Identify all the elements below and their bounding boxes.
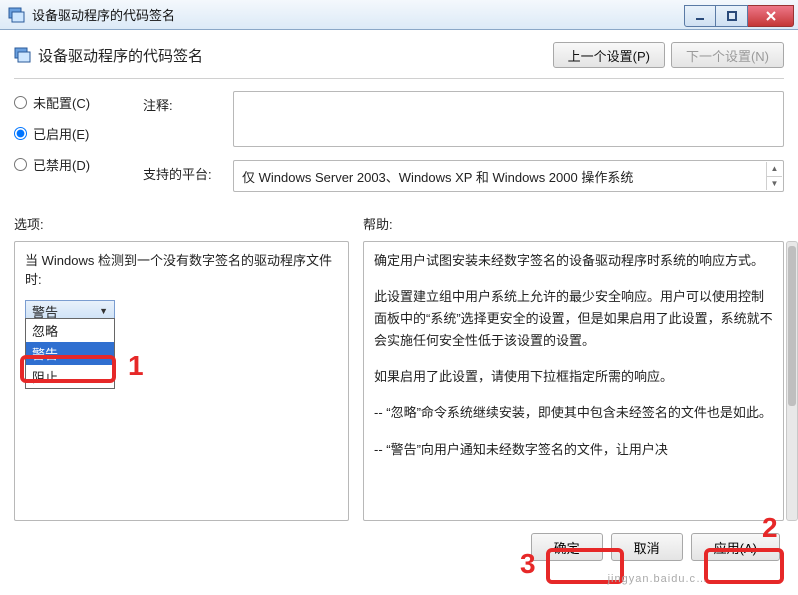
- radio-unconfigured[interactable]: 未配置(C): [14, 93, 129, 112]
- help-box: 确定用户试图安装未经数字签名的设备驱动程序时系统的响应方式。 此设置建立组中用户…: [363, 241, 784, 521]
- dialog-footer: 确定 取消 应用(A): [14, 533, 784, 561]
- window-buttons: [684, 5, 794, 27]
- platform-text: 仅 Windows Server 2003、Windows XP 和 Windo…: [242, 167, 633, 186]
- platform-value: 仅 Windows Server 2003、Windows XP 和 Windo…: [233, 160, 784, 192]
- page-title: 设备驱动程序的代码签名: [38, 45, 203, 66]
- help-paragraph: 此设置建立组中用户系统上允许的最少安全响应。用户可以使用控制面板中的“系统”选择…: [374, 286, 773, 352]
- comment-input[interactable]: [233, 91, 784, 147]
- radio-enabled[interactable]: 已启用(E): [14, 124, 129, 143]
- close-button[interactable]: [748, 5, 794, 27]
- help-paragraph: 如果启用了此设置，请使用下拉框指定所需的响应。: [374, 366, 773, 388]
- window-titlebar: 设备驱动程序的代码签名: [0, 0, 798, 30]
- dropdown-item-warn[interactable]: 警告: [26, 342, 114, 365]
- prev-setting-button[interactable]: 上一个设置(P): [553, 42, 665, 68]
- divider: [14, 78, 784, 79]
- watermark: jingyan.baidu.c…: [608, 573, 708, 585]
- platform-label: 支持的平台:: [143, 160, 233, 183]
- state-radio-group: 未配置(C) 已启用(E) 已禁用(D): [14, 91, 129, 202]
- spinner[interactable]: ▲▼: [766, 162, 782, 190]
- chevron-down-icon: ▼: [99, 306, 108, 316]
- dropdown-item-ignore[interactable]: 忽略: [26, 319, 114, 342]
- policy-icon: [14, 46, 32, 64]
- options-box: 当 Windows 检测到一个没有数字签名的驱动程序文件时: 警告 ▼ 忽略 警…: [14, 241, 349, 521]
- minimize-button[interactable]: [684, 5, 716, 27]
- help-scrollbar[interactable]: [786, 241, 798, 521]
- help-paragraph: -- “忽略”命令系统继续安装，即使其中包含未经签名的文件也是如此。: [374, 402, 773, 424]
- help-paragraph: 确定用户试图安装未经数字签名的设备驱动程序时系统的响应方式。: [374, 250, 773, 272]
- options-prompt: 当 Windows 检测到一个没有数字签名的驱动程序文件时:: [25, 250, 338, 288]
- behavior-dropdown-list: 忽略 警告 阻止: [25, 318, 115, 389]
- help-section-label: 帮助:: [363, 214, 784, 233]
- dropdown-item-block[interactable]: 阻止: [26, 365, 114, 388]
- next-setting-button: 下一个设置(N): [671, 42, 784, 68]
- radio-disabled[interactable]: 已禁用(D): [14, 155, 129, 174]
- radio-label: 已禁用(D): [33, 155, 90, 174]
- options-section-label: 选项:: [14, 214, 349, 233]
- scroll-thumb[interactable]: [788, 246, 796, 406]
- radio-label: 未配置(C): [33, 93, 90, 112]
- header-row: 设备驱动程序的代码签名 上一个设置(P) 下一个设置(N): [14, 42, 784, 68]
- comment-label: 注释:: [143, 91, 233, 114]
- help-paragraph: -- “警告”向用户通知未经数字签名的文件，让用户决: [374, 439, 773, 461]
- ok-button[interactable]: 确定: [531, 533, 603, 561]
- app-icon: [8, 6, 26, 24]
- radio-label: 已启用(E): [33, 124, 89, 143]
- window-title: 设备驱动程序的代码签名: [32, 5, 684, 24]
- cancel-button[interactable]: 取消: [611, 533, 683, 561]
- maximize-button[interactable]: [716, 5, 748, 27]
- apply-button[interactable]: 应用(A): [691, 533, 780, 561]
